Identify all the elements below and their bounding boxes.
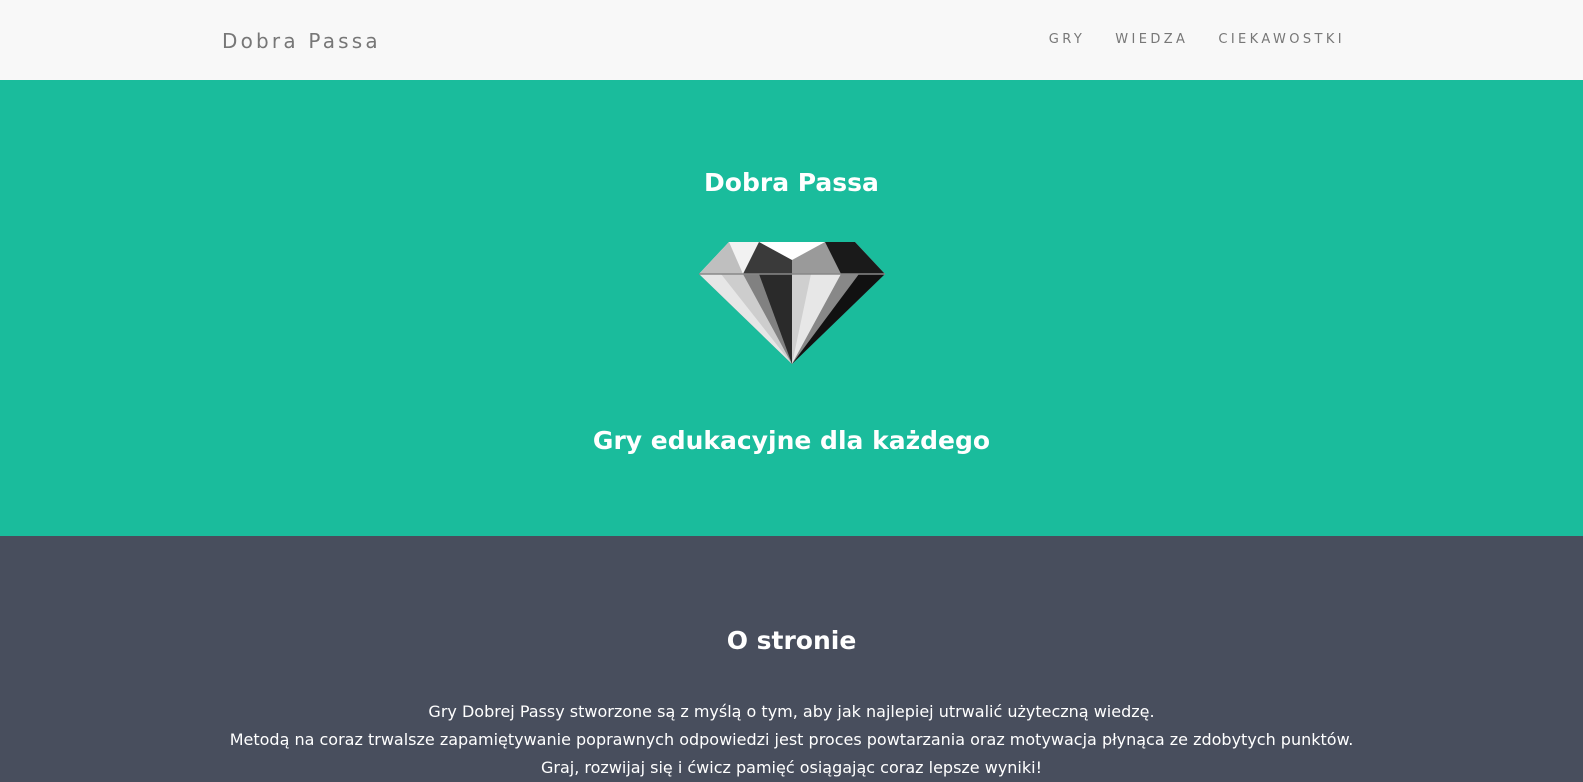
nav-link-ciekawostki[interactable]: CIEKAWOSTKI bbox=[1218, 32, 1345, 47]
about-line-3: Graj, rozwijaj się i ćwicz pamięć osiąga… bbox=[541, 758, 1042, 777]
navbar: Dobra Passa GRY WIEDZA CIEKAWOSTKI bbox=[0, 0, 1583, 80]
hero-section: Dobra Passa Gry edukacyjne dla każdego bbox=[0, 80, 1583, 536]
hero-title: Dobra Passa bbox=[704, 168, 879, 197]
nav-links: GRY WIEDZA CIEKAWOSTKI bbox=[1019, 32, 1345, 47]
hero-subtitle: Gry edukacyjne dla każdego bbox=[592, 426, 991, 455]
diamond-icon bbox=[699, 242, 885, 364]
about-line-2: Metodą na coraz trwalsze zapamiętywanie … bbox=[229, 730, 1354, 749]
nav-link-gry[interactable]: GRY bbox=[1049, 32, 1085, 47]
about-title: O stronie bbox=[726, 626, 857, 655]
brand-link[interactable]: Dobra Passa bbox=[222, 29, 381, 53]
about-section: O stronie Gry Dobrej Passy stworzone są … bbox=[0, 536, 1583, 777]
about-text: Gry Dobrej Passy stworzone są z myślą o … bbox=[0, 698, 1583, 782]
about-line-1: Gry Dobrej Passy stworzone są z myślą o … bbox=[428, 702, 1155, 721]
nav-link-wiedza[interactable]: WIEDZA bbox=[1115, 32, 1188, 47]
